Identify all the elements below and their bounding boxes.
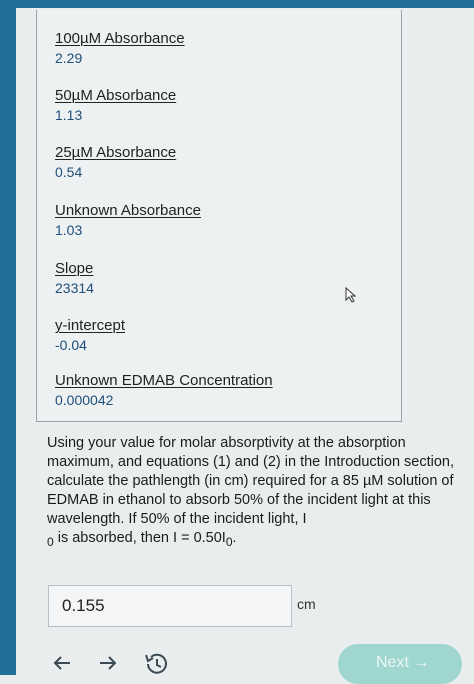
next-button-label: Next: [376, 654, 409, 671]
value-entry-unknown-concentration: Unknown EDMAB Concentration 0.000042: [55, 372, 273, 410]
value-number: 23314: [55, 280, 94, 296]
next-arrow-icon: →: [413, 654, 430, 671]
mouse-cursor-icon: [345, 287, 357, 303]
value-label: Unknown EDMAB Concentration: [55, 372, 273, 389]
top-frame-bar: [0, 0, 474, 8]
subscript-zero: 0: [225, 534, 233, 549]
question-main: Using your value for molar absorptivity …: [47, 435, 455, 527]
value-label: 100µM Absorbance: [55, 30, 185, 47]
value-entry-slope: Slope 23314: [55, 260, 94, 298]
answer-unit: cm: [297, 596, 316, 612]
question-text: Using your value for molar absorptivity …: [47, 434, 463, 552]
value-entry-25um: 25µM Absorbance 0.54: [55, 144, 176, 182]
value-entry-y-intercept: y-intercept -0.04: [55, 317, 125, 355]
value-label: Unknown Absorbance: [55, 202, 201, 219]
value-entry-100um: 100µM Absorbance 2.29: [55, 30, 185, 68]
answer-input[interactable]: 0.155: [48, 585, 292, 627]
value-label: Slope: [55, 260, 94, 277]
arrow-left-icon[interactable]: [50, 651, 74, 675]
question-tail: is absorbed, then I = 0.50I: [53, 530, 226, 546]
value-label: 25µM Absorbance: [55, 144, 177, 161]
history-icon[interactable]: [142, 651, 170, 675]
question-end: .: [232, 530, 237, 546]
value-number: 0.000042: [55, 392, 114, 408]
value-number: 0.54: [55, 164, 83, 180]
value-label: 50µM Absorbance: [55, 87, 177, 104]
subscript-zero: 0: [47, 534, 54, 549]
value-number: 1.03: [55, 222, 83, 238]
value-number: 2.29: [55, 50, 83, 66]
value-entry-unknown-absorbance: Unknown Absorbance 1.03: [55, 202, 201, 240]
next-button[interactable]: Next →: [338, 644, 462, 684]
value-entry-50um: 50µM Absorbance 1.13: [55, 87, 176, 125]
value-number: 1.13: [55, 107, 83, 123]
value-number: -0.04: [55, 337, 87, 353]
data-values-panel: 100µM Absorbance 2.29 50µM Absorbance 1.…: [36, 10, 402, 422]
side-frame-bar: [0, 8, 16, 675]
value-label: y-intercept: [55, 317, 126, 334]
arrow-right-icon[interactable]: [96, 651, 120, 675]
